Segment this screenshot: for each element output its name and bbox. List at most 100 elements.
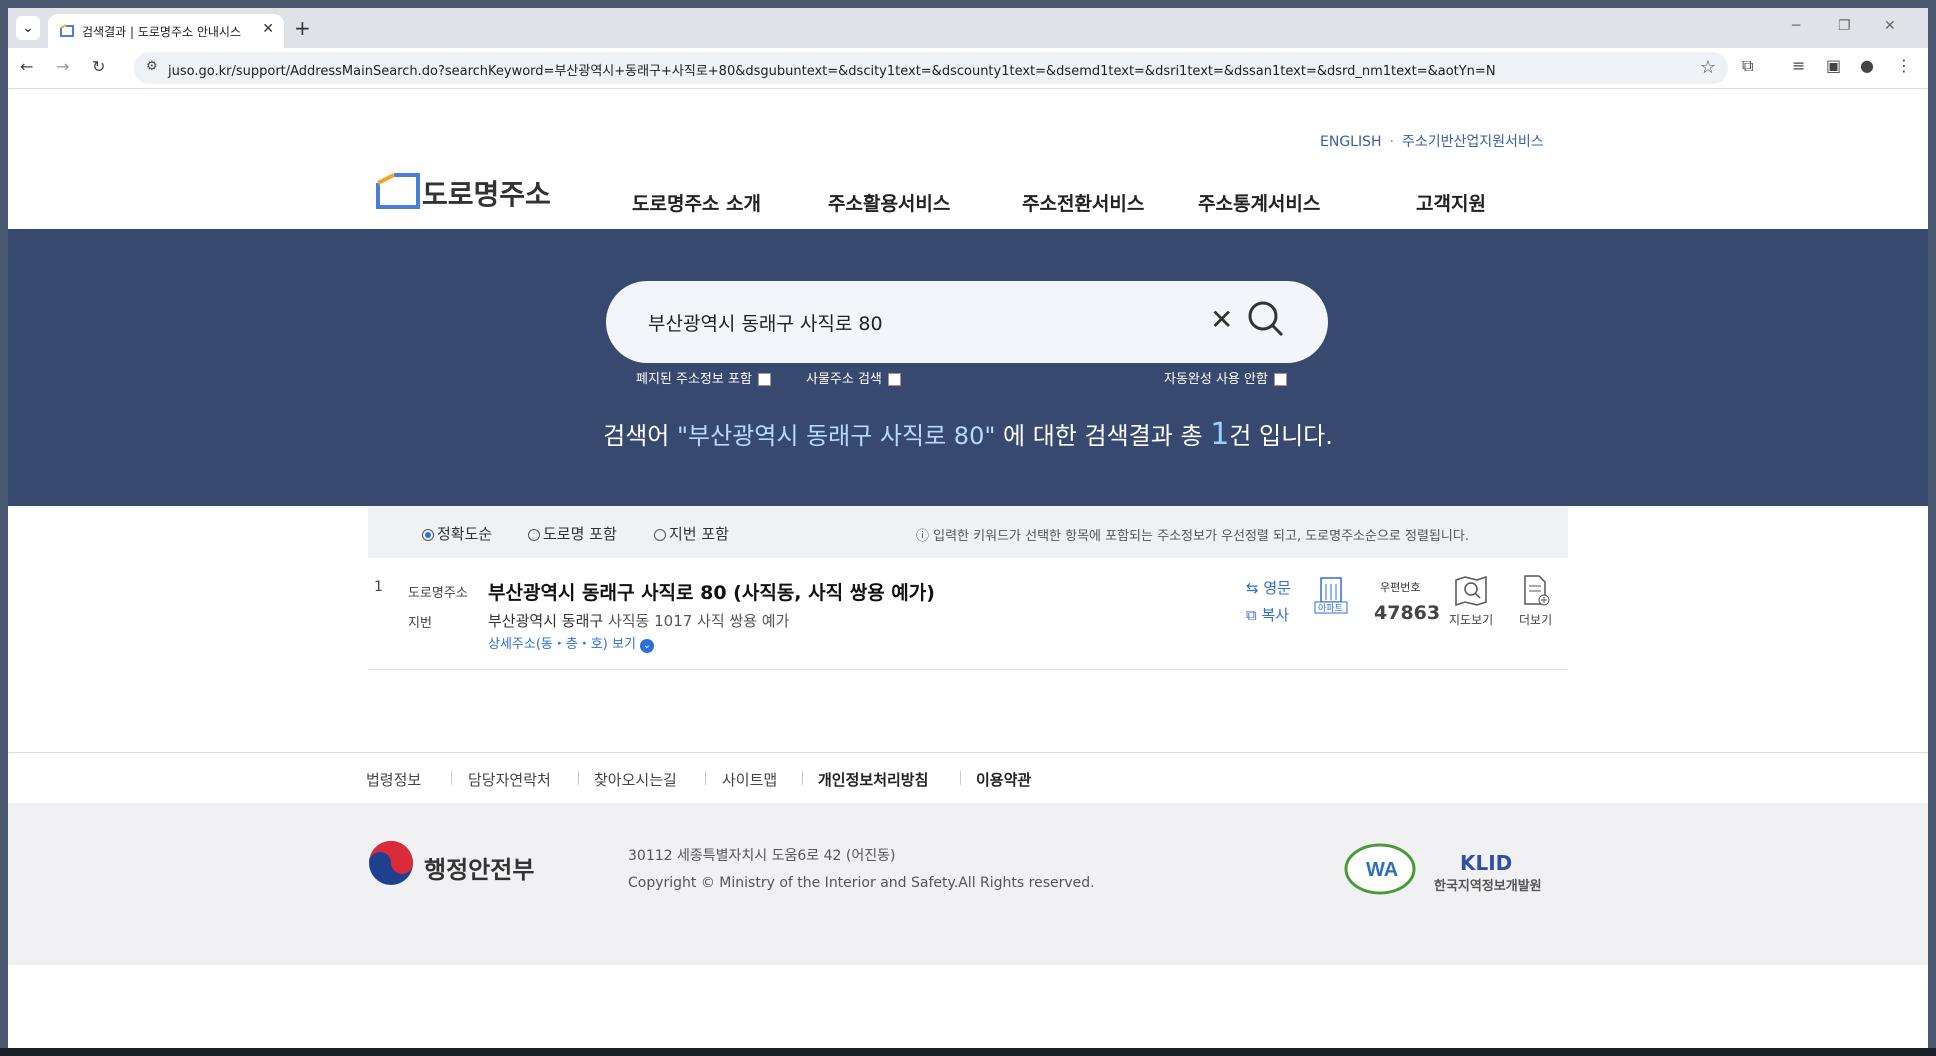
tab-title: 검색결과 | 도로명주소 안내시스 [82, 25, 242, 39]
nav-customer-support[interactable]: 고객지원 [1416, 189, 1486, 216]
footer-link-law[interactable]: 법령정보 [366, 769, 421, 790]
road-address-tag: 도로명주소 [408, 586, 468, 601]
sort-note: ⓘ 입력한 키워드가 선택한 항목에 포함되는 주소정보가 우선정렬 되고, 도… [916, 529, 1469, 544]
more-button[interactable]: 더보기 [1519, 574, 1552, 628]
restore-icon[interactable]: ❐ [1838, 18, 1851, 34]
tab-close-icon[interactable]: ✕ [262, 21, 274, 37]
nav-conversion-service[interactable]: 주소전환서비스 [1022, 189, 1144, 216]
result-summary: 검색어 "부산광역시 동래구 사직로 80" 에 대한 검색결과 총 1건 입니… [8, 416, 1928, 452]
logo-house-icon [376, 173, 420, 209]
profile-avatar-icon[interactable]: ● [1860, 56, 1874, 75]
object-address-option[interactable]: 사물주소 검색 [806, 368, 901, 387]
include-abolished-option[interactable]: 폐지된 주소정보 포함 [636, 368, 771, 387]
new-tab-icon[interactable]: + [294, 16, 311, 40]
road-address: 부산광역시 동래구 사직로 80 (사직동, 사직 쌍용 예가) [488, 582, 935, 604]
footer: 행정안전부 30112 세종특별자치시 도움6로 42 (어진동) Copyri… [8, 803, 1928, 965]
back-icon[interactable]: ← [20, 57, 33, 76]
sort-jibun-label: 지번 포함 [669, 525, 729, 543]
address-bar[interactable]: ⚙ juso.go.kr/support/AddressMainSearch.d… [134, 52, 1728, 84]
window-close-icon[interactable]: ✕ [1884, 18, 1896, 34]
nav-statistics-service[interactable]: 주소통계서비스 [1198, 189, 1320, 216]
reading-list-icon[interactable]: ≡ [1792, 56, 1805, 75]
wa-certification-badge: WA [1344, 843, 1416, 895]
search-box[interactable]: 부산광역시 동래구 사직로 80 ✕ [606, 281, 1328, 363]
english-address-button[interactable]: ⇆ 영문 [1246, 577, 1291, 598]
active-tab[interactable]: 검색결과 | 도로명주소 안내시스 ✕ [48, 14, 284, 48]
industry-support-link[interactable]: 주소기반산업지원서비스 [1402, 134, 1544, 150]
site-logo[interactable]: 도로명주소 [374, 169, 551, 215]
nav-usage-service[interactable]: 주소활용서비스 [828, 189, 950, 216]
search-hero: 부산광역시 동래구 사직로 80 ✕ 폐지된 주소정보 포함 사물주소 검색 자… [8, 229, 1928, 506]
map-view-button[interactable]: 지도보기 [1449, 574, 1493, 628]
jibun-rest: 사직동 1017 사직 쌍용 예가 [603, 612, 790, 630]
extensions-icon[interactable]: ⧉ [1742, 56, 1753, 76]
chevron-down-icon: ⌄ [639, 639, 654, 653]
include-abolished-label: 폐지된 주소정보 포함 [636, 372, 752, 387]
copy-label: 복사 [1261, 606, 1290, 624]
result-row: 1 도로명주소 부산광역시 동래구 사직로 80 (사직동, 사직 쌍용 예가)… [368, 574, 1568, 670]
tab-strip: ⌄ 검색결과 | 도로명주소 안내시스 ✕ + ─ ❐ ✕ [8, 8, 1928, 48]
site-info-icon[interactable]: ⚙ [146, 59, 158, 74]
result-mid: 에 대한 검색결과 총 [995, 422, 1211, 450]
object-address-checkbox[interactable] [887, 373, 901, 386]
result-suffix: 건 입니다. [1229, 422, 1333, 450]
no-autocomplete-option[interactable]: 자동완성 사용 안함 [1164, 368, 1287, 387]
copy-button[interactable]: ⧉ 복사 [1246, 604, 1289, 625]
radio-icon [654, 528, 666, 541]
footer-link-terms[interactable]: 이용약관 [976, 769, 1031, 790]
footer-address: 30112 세종특별자치시 도움6로 42 (어진동) [628, 848, 896, 864]
include-abolished-checkbox[interactable] [757, 373, 771, 386]
footer-link-sitemap[interactable]: 사이트맵 [722, 769, 777, 790]
svg-text:WA: WA [1366, 859, 1398, 881]
side-panel-icon[interactable]: ▣ [1826, 56, 1841, 75]
menu-icon[interactable]: ⋮ [1896, 56, 1912, 75]
sort-accuracy-label: 정확도순 [437, 525, 493, 543]
footer-divider [578, 771, 579, 785]
swap-icon: ⇆ [1246, 579, 1259, 597]
tab-search-button[interactable]: ⌄ [16, 16, 40, 40]
wa-mark-icon: WA [1344, 843, 1416, 895]
ministry-logo: 행정안전부 [368, 840, 534, 890]
document-more-icon [1523, 575, 1550, 606]
footer-divider [960, 771, 961, 785]
footer-links: 법령정보 담당자연락처 찾아오시는길 사이트맵 개인정보처리방침 이용약관 [8, 752, 1928, 804]
english-link[interactable]: ENGLISH [1320, 134, 1382, 150]
sort-jibun[interactable]: 지번 포함 [654, 523, 729, 544]
zip-label: 우편번호 [1380, 581, 1421, 594]
browser-window: ⌄ 검색결과 | 도로명주소 안내시스 ✕ + ─ ❐ ✕ ← → ↻ ⚙ ju… [8, 8, 1928, 1048]
reload-icon[interactable]: ↻ [92, 57, 105, 76]
apartment-label: 아파트 [1318, 604, 1343, 614]
jibun-city: 부산광역시 동래구 [488, 612, 604, 630]
search-input[interactable]: 부산광역시 동래구 사직로 80 [648, 309, 883, 336]
object-address-label: 사물주소 검색 [806, 372, 882, 387]
minimize-icon[interactable]: ─ [1792, 18, 1800, 34]
radio-selected-icon [422, 528, 434, 541]
forward-icon[interactable]: → [56, 57, 69, 76]
klid-logo: KLID 한국지역정보개발원 [1434, 851, 1562, 894]
klid-name: 한국지역정보개발원 [1434, 879, 1542, 894]
os-taskbar [0, 1048, 1936, 1056]
jibun-tag: 지번 [408, 616, 432, 631]
copy-icon: ⧉ [1246, 606, 1257, 624]
map-view-label: 지도보기 [1449, 613, 1494, 627]
map-icon [1455, 575, 1487, 607]
sort-road-name[interactable]: 도로명 포함 [528, 523, 617, 544]
sort-accuracy[interactable]: 정확도순 [422, 523, 492, 544]
search-icon[interactable] [1246, 299, 1286, 339]
bookmark-star-icon[interactable]: ☆ [1700, 57, 1716, 78]
detail-address-link[interactable]: 상세주소(동・층・호) 보기 ⌄ [488, 633, 654, 653]
klid-mark: KLID [1460, 851, 1513, 875]
url-text[interactable]: juso.go.kr/support/AddressMainSearch.do?… [168, 60, 1496, 79]
footer-link-directions[interactable]: 찾아오시는길 [594, 769, 677, 790]
result-count: 1 [1210, 417, 1230, 452]
footer-link-privacy[interactable]: 개인정보처리방침 [818, 769, 928, 790]
sort-bar: 정확도순 도로명 포함 지번 포함 ⓘ 입력한 키워드가 선택한 항목에 포함되… [368, 506, 1568, 558]
apartment-button[interactable]: 아파트 [1312, 574, 1350, 614]
no-autocomplete-checkbox[interactable] [1273, 373, 1287, 386]
logo-text: 도로명주소 [422, 178, 551, 211]
footer-divider [802, 771, 803, 785]
clear-icon[interactable]: ✕ [1210, 303, 1233, 336]
footer-link-contact[interactable]: 담당자연락처 [468, 769, 551, 790]
web-page: ENGLISH · 주소기반산업지원서비스 도로명주소 도로명주소 소개 주소활용서… [8, 89, 1928, 1048]
nav-intro[interactable]: 도로명주소 소개 [632, 189, 761, 216]
